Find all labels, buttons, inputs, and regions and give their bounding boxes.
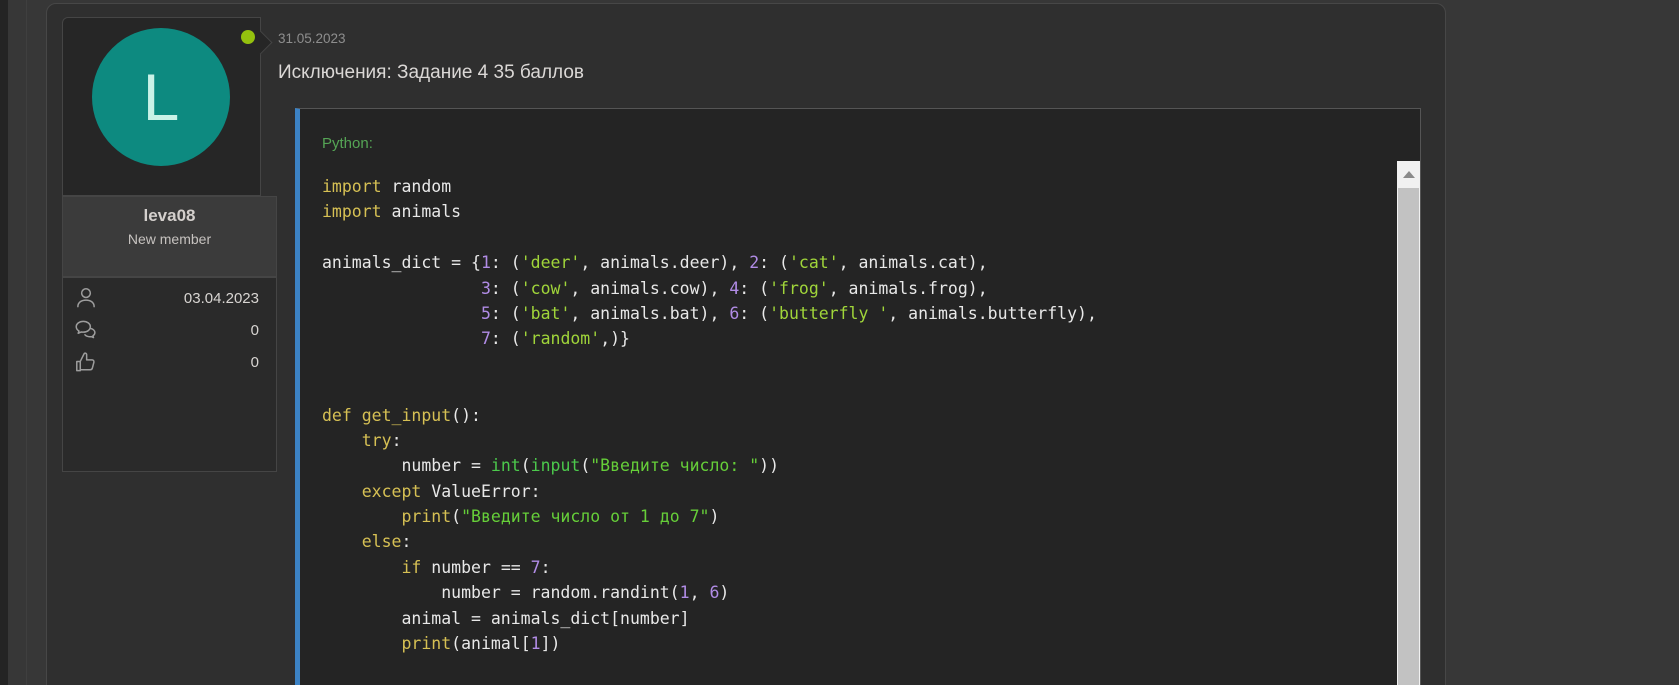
code-line: except ValueError: [322,479,1397,504]
messages-icon [73,317,99,343]
code-line: print("Введите число от 1 до 7") [322,504,1397,529]
code-line: 7: ('random',)} [322,326,1397,351]
code-line [322,225,1397,250]
scroll-up-icon [1403,171,1415,178]
likes-count-value: 0 [99,354,259,371]
code-line: def get_input(): [322,403,1397,428]
code-line: import random [322,174,1397,199]
avatar-letter: L [143,64,180,130]
stat-row-messages: 0 [73,316,259,344]
code-line: import animals [322,199,1397,224]
scrollbar-thumb[interactable] [1398,188,1419,685]
joined-date-value: 03.04.2023 [99,290,259,307]
code-language-label: Python: [322,135,373,152]
page-canvas: L leva08 New member 03.04.2023 0 [0,0,1679,685]
user-details-panel: leva08 New member [62,196,277,277]
user-stats-panel: 03.04.2023 0 0 [62,277,277,472]
code-line: try: [322,428,1397,453]
code-line [322,377,1397,402]
code-line: animals_dict = {1: ('deer', animals.deer… [322,250,1397,275]
page-left-edge [0,0,8,685]
forum-post: L leva08 New member 03.04.2023 0 [46,3,1446,685]
avatar[interactable]: L [92,28,230,166]
code-content[interactable]: import randomimport animals animals_dict… [300,161,1397,685]
scrollbar-up-button[interactable] [1397,161,1420,187]
stat-row-likes: 0 [73,348,259,376]
code-block: Python: import randomimport animals anim… [295,108,1421,685]
likes-icon [73,349,99,375]
stat-row-joined: 03.04.2023 [73,284,259,312]
username-link[interactable]: leva08 [63,206,276,226]
code-line: number = random.randint(1, 6) [322,580,1397,605]
online-status-dot [241,30,255,44]
content-left-divider [26,0,27,685]
code-line: 3: ('cow', animals.cow), 4: ('frog', ani… [322,276,1397,301]
post-date[interactable]: 31.05.2023 [278,31,346,46]
member-since-icon [73,285,99,311]
code-line: number = int(input("Введите число: ")) [322,453,1397,478]
code-line: else: [322,529,1397,554]
code-scrollbar[interactable] [1397,161,1420,685]
code-line: animal = animals_dict[number] [322,606,1397,631]
post-title: Исключения: Задание 4 35 баллов [278,62,584,84]
code-line [322,352,1397,377]
code-line: print(animal[1]) [322,631,1397,656]
code-line: 5: ('bat', animals.bat), 6: ('butterfly … [322,301,1397,326]
user-avatar-panel: L [62,17,261,196]
user-role-label: New member [63,231,276,247]
messages-count-value: 0 [99,322,259,339]
code-line: if number == 7: [322,555,1397,580]
